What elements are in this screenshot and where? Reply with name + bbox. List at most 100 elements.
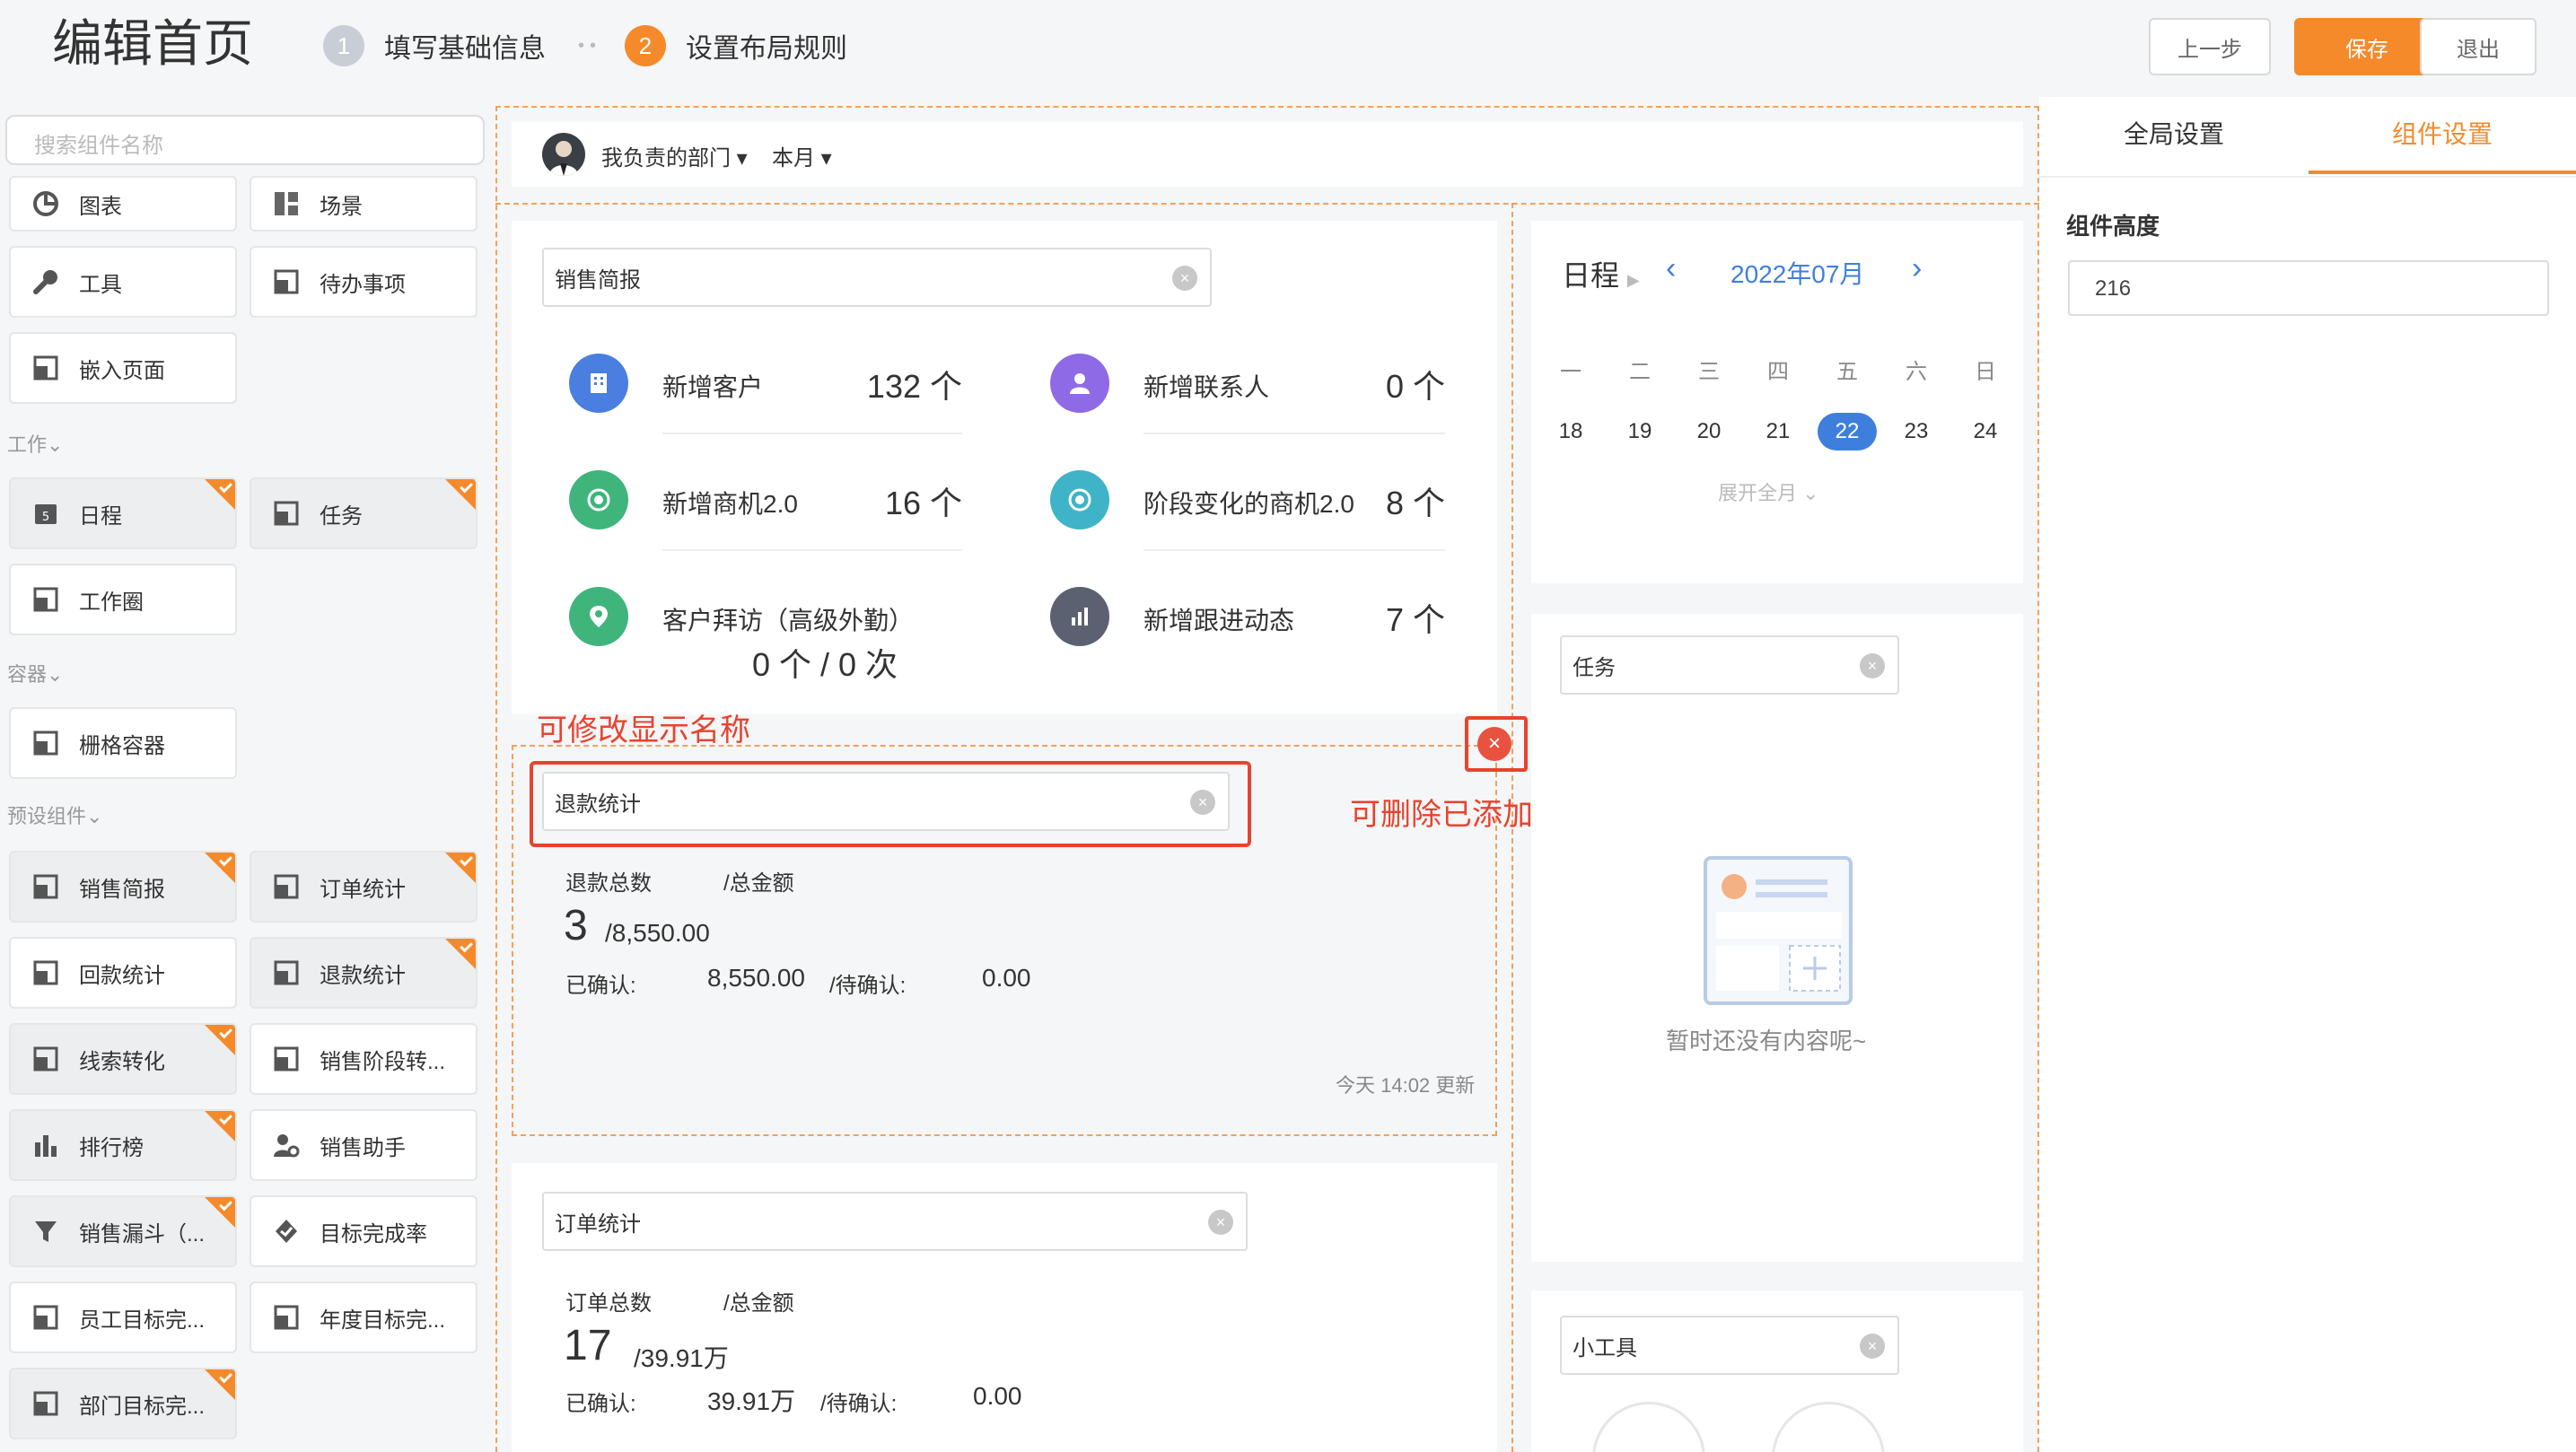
prev-month-icon[interactable]: ‹	[1666, 251, 1676, 286]
component-label: 退款统计	[320, 963, 406, 988]
exit-button[interactable]: 退出	[2420, 18, 2537, 75]
tab-global-settings[interactable]: 全局设置	[2039, 99, 2309, 171]
save-button[interactable]: 保存	[2294, 18, 2440, 75]
refund-name-input[interactable]: 退款统计 ×	[542, 772, 1230, 831]
refund-confirmed: 8,550.00	[707, 964, 805, 992]
task-name-input[interactable]: 任务 ×	[1560, 635, 1899, 695]
delete-component-icon[interactable]: ×	[1477, 727, 1511, 761]
component-stage-conversion[interactable]: 销售阶段转...	[250, 1023, 478, 1095]
component-payment-stats[interactable]: 回款统计	[9, 937, 237, 1009]
expand-month-link[interactable]: 展开全月 ⌄	[1718, 477, 1819, 506]
component-chart[interactable]: 图表	[9, 176, 237, 232]
component-embed[interactable]: 嵌入页面	[9, 332, 237, 404]
clear-icon[interactable]: ×	[1860, 1334, 1885, 1359]
schedule-card[interactable]: 日程 ▶ ‹ 2022年07月 › 一 二 三 四 五 六 日 18 19 20…	[1531, 221, 2023, 583]
metric-divider	[1143, 433, 1445, 434]
widget-icon	[271, 498, 302, 529]
calendar-date[interactable]: 19	[1613, 413, 1667, 450]
added-check-icon	[205, 1197, 235, 1228]
component-lead-conversion[interactable]: 线索转化	[9, 1023, 237, 1095]
component-schedule[interactable]: 5 日程	[9, 477, 237, 549]
weekday-label: 三	[1698, 360, 1720, 384]
group-container-header[interactable]: 容器⌄	[7, 659, 63, 687]
next-month-icon[interactable]: ›	[1912, 251, 1922, 286]
refund-count-label: 退款总数	[565, 871, 652, 896]
widget-icon	[271, 871, 302, 902]
widget-icon	[31, 353, 61, 383]
added-check-icon	[205, 1111, 235, 1141]
component-dept-goal[interactable]: 部门目标完...	[9, 1368, 237, 1439]
component-sales-brief[interactable]: 销售简报	[9, 851, 237, 923]
group-preset-header[interactable]: 预设组件⌄	[7, 800, 102, 829]
task-card[interactable]: 任务 × 暂时还没有内容呢~	[1531, 614, 2023, 1262]
widget-icon	[31, 728, 61, 758]
component-ranking[interactable]: 排行榜	[9, 1109, 237, 1181]
widget-icon	[31, 1388, 61, 1419]
sales-brief-card[interactable]: 销售简报 × 新增客户 132 个 新增联系人 0 个 新增商机2.0 16 个…	[512, 221, 1497, 714]
calendar-date[interactable]: 21	[1751, 413, 1805, 450]
added-check-icon	[445, 479, 476, 510]
widget-icon	[271, 267, 302, 297]
component-work-circle[interactable]: 工作圈	[9, 564, 237, 635]
component-task[interactable]: 任务	[250, 477, 478, 549]
step-2-label: 设置布局规则	[686, 34, 847, 64]
added-check-icon	[205, 479, 235, 510]
component-todo[interactable]: 待办事项	[250, 246, 478, 318]
row-divider	[495, 203, 2039, 205]
contact-icon	[1050, 354, 1109, 413]
order-confirmed-label: 已确认:	[565, 1392, 636, 1416]
component-goal-completion[interactable]: 目标完成率	[250, 1195, 478, 1267]
order-count-label: 订单总数	[565, 1291, 652, 1316]
metric-label: 客户拜访（高级外勤）	[662, 607, 915, 634]
refund-confirmed-label: 已确认:	[565, 974, 636, 998]
component-refund-stats[interactable]: 退款统计	[250, 937, 478, 1009]
component-sales-funnel[interactable]: 销售漏斗（...	[9, 1195, 237, 1267]
target-icon	[1050, 470, 1109, 529]
clear-icon[interactable]: ×	[1172, 266, 1197, 291]
sales-brief-name-input[interactable]: 销售简报 ×	[542, 248, 1212, 307]
building-icon	[569, 354, 628, 413]
filter-bar: 我负责的部门 ▾ 本月 ▾	[512, 122, 2023, 187]
order-name-input[interactable]: 订单统计 ×	[542, 1192, 1248, 1251]
tab-component-settings[interactable]: 组件设置	[2309, 99, 2576, 174]
calendar-date[interactable]: 18	[1544, 413, 1598, 450]
component-annual-goal[interactable]: 年度目标完...	[250, 1281, 478, 1353]
component-label: 工具	[79, 272, 122, 297]
component-grid-container[interactable]: 栅格容器	[9, 707, 237, 779]
order-stats-card[interactable]: 订单统计 × 订单总数 /总金额 17 /39.91万 已确认: 39.91万 …	[512, 1163, 1497, 1452]
calendar-date[interactable]: 23	[1889, 413, 1943, 450]
clear-icon[interactable]: ×	[1860, 653, 1885, 678]
calendar-date-today[interactable]: 22	[1818, 413, 1877, 450]
avatar[interactable]	[542, 133, 585, 176]
weekday-label: 五	[1836, 360, 1858, 384]
component-label: 回款统计	[79, 963, 165, 988]
height-input[interactable]: 216	[2068, 260, 2549, 316]
component-label: 目标完成率	[320, 1221, 427, 1246]
widget-card[interactable]: 小工具 ×	[1531, 1290, 2023, 1452]
component-search-input[interactable]: 搜索组件名称	[5, 115, 485, 165]
component-order-stats[interactable]: 订单统计	[250, 851, 478, 923]
widget-icon[interactable]	[1772, 1402, 1885, 1452]
clear-icon[interactable]: ×	[1208, 1210, 1233, 1235]
calendar-date[interactable]: 24	[1958, 413, 2012, 450]
widget-icon	[31, 1044, 61, 1074]
clear-icon[interactable]: ×	[1190, 790, 1215, 815]
group-work-header[interactable]: 工作⌄	[7, 429, 63, 458]
dept-select[interactable]: 我负责的部门 ▾	[601, 140, 748, 171]
component-label: 待办事项	[320, 272, 406, 297]
widget-name-input[interactable]: 小工具 ×	[1560, 1316, 1899, 1375]
metric-label: 新增跟进动态	[1143, 607, 1295, 634]
calendar-date[interactable]: 20	[1682, 413, 1736, 450]
prev-button[interactable]: 上一步	[2149, 18, 2271, 75]
metric-value: 132 个	[866, 368, 962, 405]
funnel-icon	[31, 1216, 61, 1246]
refund-updated-time: 今天 14:02 更新	[1336, 1074, 1476, 1097]
period-select[interactable]: 本月 ▾	[772, 140, 832, 171]
component-label: 员工目标完...	[79, 1308, 206, 1333]
component-tool[interactable]: 工具	[9, 246, 237, 318]
component-sales-assistant[interactable]: 销售助手	[250, 1109, 478, 1181]
component-scene[interactable]: 场景	[250, 176, 478, 232]
widget-icon[interactable]	[1592, 1402, 1705, 1452]
component-employee-goal[interactable]: 员工目标完...	[9, 1281, 237, 1353]
component-label: 订单统计	[320, 877, 406, 902]
